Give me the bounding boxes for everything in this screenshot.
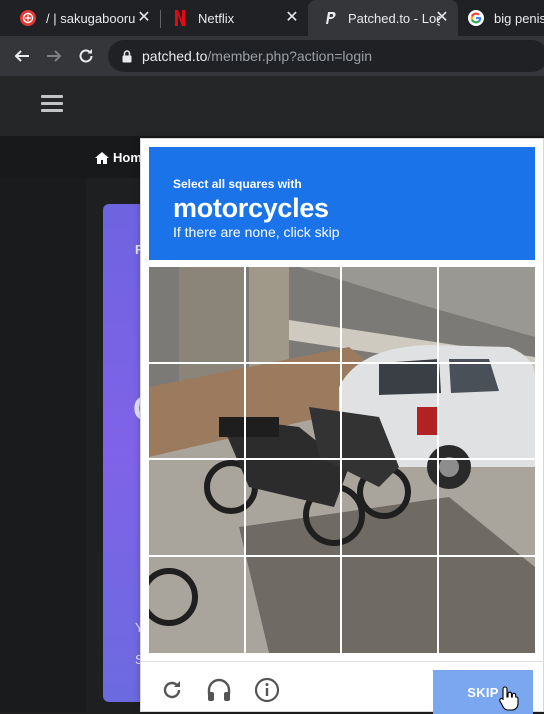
site-header bbox=[0, 76, 544, 136]
captcha-tile[interactable] bbox=[438, 267, 535, 364]
tab-google[interactable]: big penis bbox=[458, 0, 544, 36]
tab-title: Patched.to - Log bbox=[348, 10, 440, 26]
captcha-tile[interactable] bbox=[149, 460, 246, 557]
help-button[interactable] bbox=[253, 676, 281, 704]
hand-cursor-icon bbox=[499, 686, 519, 711]
captcha-prompt: Select all squares with motorcycles If t… bbox=[149, 147, 535, 260]
captcha-footer: SKIP bbox=[141, 661, 544, 714]
forward-arrow-icon bbox=[47, 50, 62, 62]
url-text: patched.to/member.php?action=login bbox=[142, 48, 372, 64]
back-button[interactable] bbox=[10, 44, 34, 68]
captcha-tile[interactable] bbox=[149, 556, 246, 653]
tab-title: Netflix bbox=[198, 10, 235, 26]
reload-button[interactable] bbox=[74, 44, 98, 68]
url-path: /member.php?action=login bbox=[207, 48, 372, 64]
sidebar bbox=[0, 178, 86, 712]
captcha-instruction: Select all squares with bbox=[173, 177, 302, 191]
menu-icon[interactable] bbox=[41, 95, 63, 113]
captcha-tile[interactable] bbox=[245, 363, 342, 460]
captcha-tile[interactable] bbox=[246, 556, 342, 653]
back-arrow-icon bbox=[14, 50, 29, 62]
captcha-hint: If there are none, click skip bbox=[173, 224, 340, 240]
tab-patched[interactable]: Patched.to - Log ✕ bbox=[308, 0, 458, 36]
captcha-tile[interactable] bbox=[438, 364, 535, 460]
refresh-icon bbox=[163, 681, 181, 699]
info-icon bbox=[254, 677, 280, 703]
tab-sakugabooru[interactable]: / | sakugabooru ✕ bbox=[0, 0, 160, 36]
address-bar[interactable]: patched.to/member.php?action=login bbox=[108, 40, 544, 72]
captcha-tile[interactable] bbox=[439, 557, 536, 654]
captcha-target: motorcycles bbox=[173, 193, 329, 223]
home-icon bbox=[95, 151, 109, 164]
lock-icon bbox=[122, 49, 132, 62]
reload-icon bbox=[79, 49, 93, 63]
close-icon[interactable]: ✕ bbox=[136, 10, 152, 26]
headphones-icon bbox=[207, 678, 231, 701]
captcha-tile[interactable] bbox=[342, 460, 439, 557]
tab-title: big penis bbox=[494, 10, 544, 26]
tab-netflix[interactable]: Netflix ✕ bbox=[160, 0, 308, 36]
captcha-tile[interactable] bbox=[149, 363, 246, 460]
netflix-icon bbox=[172, 10, 188, 26]
captcha-tile[interactable] bbox=[245, 267, 342, 364]
captcha-challenge: Select all squares with motorcycles If t… bbox=[140, 138, 544, 714]
captcha-tile[interactable] bbox=[342, 556, 439, 653]
tab-strip: / | sakugabooru ✕ Netflix ✕ Patched.to -… bbox=[0, 0, 544, 36]
patched-icon bbox=[322, 10, 338, 26]
captcha-tile[interactable] bbox=[342, 267, 439, 364]
tab-title: / | sakugabooru bbox=[46, 10, 136, 26]
captcha-tile[interactable] bbox=[342, 363, 439, 460]
close-icon[interactable]: ✕ bbox=[284, 10, 300, 26]
url-host: patched.to bbox=[142, 48, 208, 64]
captcha-tile[interactable] bbox=[245, 460, 342, 557]
google-icon bbox=[468, 10, 484, 26]
sakugabooru-icon bbox=[20, 10, 36, 26]
captcha-cells bbox=[149, 267, 535, 653]
audio-challenge-button[interactable] bbox=[205, 676, 233, 704]
browser-toolbar: patched.to/member.php?action=login bbox=[0, 36, 544, 76]
captcha-tile[interactable] bbox=[149, 267, 246, 364]
reload-challenge-button[interactable] bbox=[158, 676, 186, 704]
captcha-image-grid bbox=[149, 267, 535, 653]
captcha-tile[interactable] bbox=[438, 460, 535, 557]
forward-button[interactable] bbox=[42, 44, 66, 68]
close-icon[interactable]: ✕ bbox=[434, 10, 450, 26]
